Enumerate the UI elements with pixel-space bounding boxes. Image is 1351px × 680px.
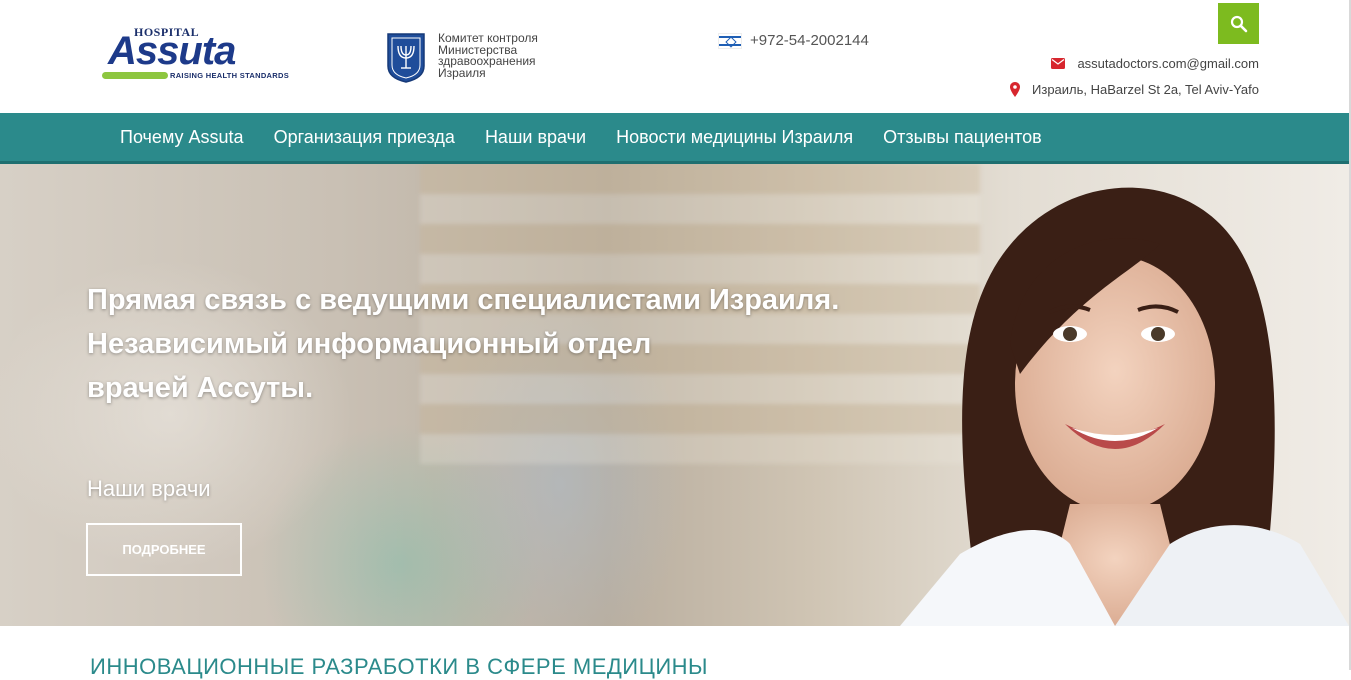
nav-item-our-doctors[interactable]: Наши врачи (470, 127, 601, 148)
email-address[interactable]: assutadoctors.com@gmail.com (1077, 56, 1259, 71)
hero-banner: Прямая связь с ведущими специалистами Из… (0, 164, 1349, 626)
nav-item-patient-reviews[interactable]: Отзывы пациентов (868, 127, 1057, 148)
nav-item-why-assuta[interactable]: Почему Assuta (105, 127, 259, 148)
hero-subtitle: Наши врачи (87, 476, 211, 501)
site-header: HOSPITAL Assuta RAISING HEALTH STANDARDS… (0, 0, 1351, 113)
hero-title: Прямая связь с ведущими специалистами Из… (87, 284, 840, 404)
state-emblem-icon (387, 33, 425, 83)
logo-tagline: RAISING HEALTH STANDARDS (170, 71, 290, 80)
ministry-committee-text: Комитет контроля Министерства здравоохра… (438, 31, 538, 80)
mail-icon (1051, 58, 1066, 69)
section-heading: ИННОВАЦИОННЫЕ РАЗРАБОТКИ В СФЕРЕ МЕДИЦИН… (90, 654, 709, 679)
doctor-portrait-image (900, 187, 1349, 626)
map-pin-icon (1010, 82, 1021, 97)
logo-swoosh (102, 72, 168, 79)
phone-number[interactable]: +972-54-2002144 (750, 32, 869, 49)
email-contact[interactable]: assutadoctors.com@gmail.com (1051, 56, 1259, 71)
phone-contact[interactable]: +972-54-2002144 (718, 32, 869, 49)
nav-item-medical-news[interactable]: Новости медицины Израиля (601, 127, 868, 148)
nav-item-trip-organization[interactable]: Организация приезда (259, 127, 470, 148)
search-button[interactable] (1218, 3, 1259, 44)
address-contact: Израиль, HaBarzel St 2a, Tel Aviv-Yafo (1010, 82, 1259, 97)
main-nav: Почему Assuta Организация приезда Наши в… (0, 113, 1351, 164)
more-details-button[interactable]: ПОДРОБНЕЕ (86, 523, 242, 576)
israel-flag-icon (718, 32, 742, 49)
street-address: Израиль, HaBarzel St 2a, Tel Aviv-Yafo (1032, 82, 1259, 97)
assuta-logo[interactable]: HOSPITAL Assuta RAISING HEALTH STANDARDS (100, 22, 300, 84)
logo-brand-text: Assuta (108, 29, 236, 73)
search-icon (1230, 15, 1247, 32)
